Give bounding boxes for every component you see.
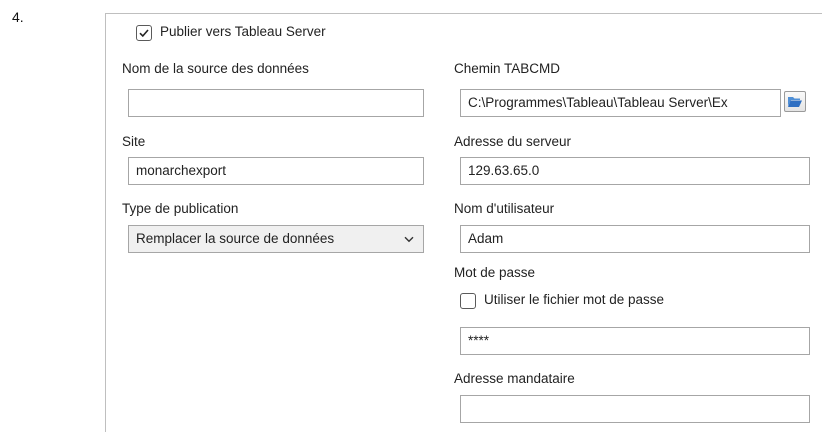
server-address-label: Adresse du serveur [454, 134, 572, 149]
proxy-address-input[interactable] [460, 395, 810, 423]
checkmark-icon [139, 29, 149, 38]
publication-type-value: Remplacer la source de données [136, 231, 335, 246]
use-password-file-label: Utiliser le fichier mot de passe [484, 292, 665, 307]
datasource-name-input[interactable] [128, 89, 424, 117]
step-number: 4. [12, 9, 24, 25]
username-input[interactable]: Adam [460, 225, 810, 253]
site-input[interactable]: monarchexport [128, 157, 424, 185]
publish-checkbox[interactable] [136, 25, 152, 41]
publication-type-select[interactable]: Remplacer la source de données [128, 225, 424, 253]
username-label: Nom d'utilisateur [454, 201, 555, 216]
server-address-input[interactable]: 129.63.65.0 [460, 157, 810, 185]
proxy-address-label: Adresse mandataire [454, 371, 575, 386]
tableau-publish-panel: Publier vers Tableau Server Nom de la so… [105, 13, 822, 432]
use-password-file-checkbox[interactable] [460, 293, 476, 309]
publish-checkbox-label: Publier vers Tableau Server [160, 24, 326, 39]
chevron-down-icon [404, 236, 414, 243]
tabcmd-path-label: Chemin TABCMD [454, 61, 561, 76]
browse-button[interactable] [784, 91, 806, 112]
folder-open-icon [788, 97, 802, 107]
password-input[interactable]: **** [460, 327, 810, 355]
publication-type-label: Type de publication [122, 201, 239, 216]
tabcmd-path-input[interactable]: C:\Programmes\Tableau\Tableau Server\Ex [460, 89, 781, 117]
password-label: Mot de passe [454, 265, 536, 280]
site-label: Site [122, 134, 146, 149]
datasource-name-label: Nom de la source des données [122, 61, 309, 76]
